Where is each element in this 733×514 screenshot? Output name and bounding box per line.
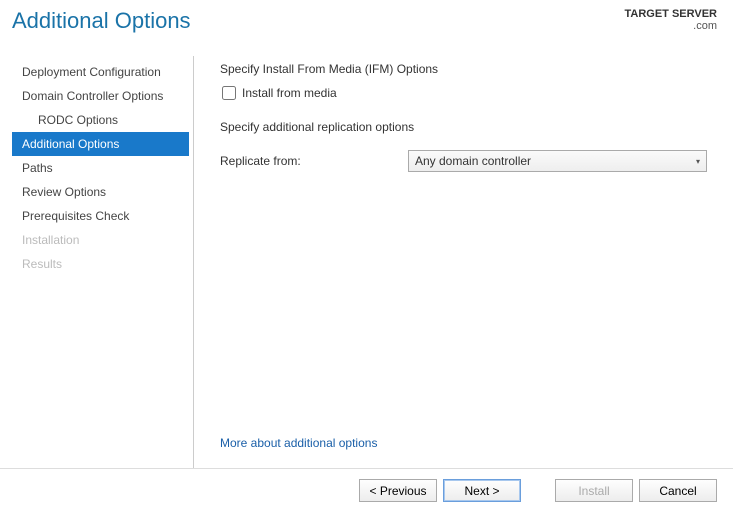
replication-heading: Specify additional replication options (220, 120, 707, 134)
ifm-heading: Specify Install From Media (IFM) Options (220, 62, 707, 76)
page-title: Additional Options (8, 8, 191, 34)
install-from-media-input[interactable] (222, 86, 236, 100)
wizard-footer: < Previous Next > Install Cancel (0, 468, 733, 514)
main-panel: Specify Install From Media (IFM) Options… (194, 56, 721, 468)
sidebar-item-domain-controller-options[interactable]: Domain Controller Options (12, 84, 189, 108)
install-from-media-checkbox[interactable]: Install from media (222, 86, 707, 100)
sidebar-item-additional-options[interactable]: Additional Options (12, 132, 189, 156)
chevron-down-icon: ▾ (696, 157, 700, 166)
replicate-from-value: Any domain controller (415, 154, 531, 168)
target-server-value: .com (625, 20, 718, 32)
more-about-link[interactable]: More about additional options (220, 436, 707, 450)
sidebar-item-review-options[interactable]: Review Options (12, 180, 189, 204)
sidebar-item-paths[interactable]: Paths (12, 156, 189, 180)
install-from-media-label: Install from media (242, 86, 337, 100)
wizard-sidebar: Deployment ConfigurationDomain Controlle… (12, 56, 194, 468)
target-server-label: TARGET SERVER (625, 8, 718, 20)
next-button[interactable]: Next > (443, 479, 521, 502)
replicate-from-dropdown[interactable]: Any domain controller ▾ (408, 150, 707, 172)
previous-button[interactable]: < Previous (359, 479, 437, 502)
install-button: Install (555, 479, 633, 502)
sidebar-item-installation: Installation (12, 228, 189, 252)
target-server-block: TARGET SERVER .com (625, 8, 718, 32)
sidebar-item-rodc-options[interactable]: RODC Options (12, 108, 189, 132)
replicate-from-label: Replicate from: (220, 154, 396, 168)
sidebar-item-prerequisites-check[interactable]: Prerequisites Check (12, 204, 189, 228)
sidebar-item-results: Results (12, 252, 189, 276)
sidebar-item-deployment-configuration[interactable]: Deployment Configuration (12, 60, 189, 84)
cancel-button[interactable]: Cancel (639, 479, 717, 502)
